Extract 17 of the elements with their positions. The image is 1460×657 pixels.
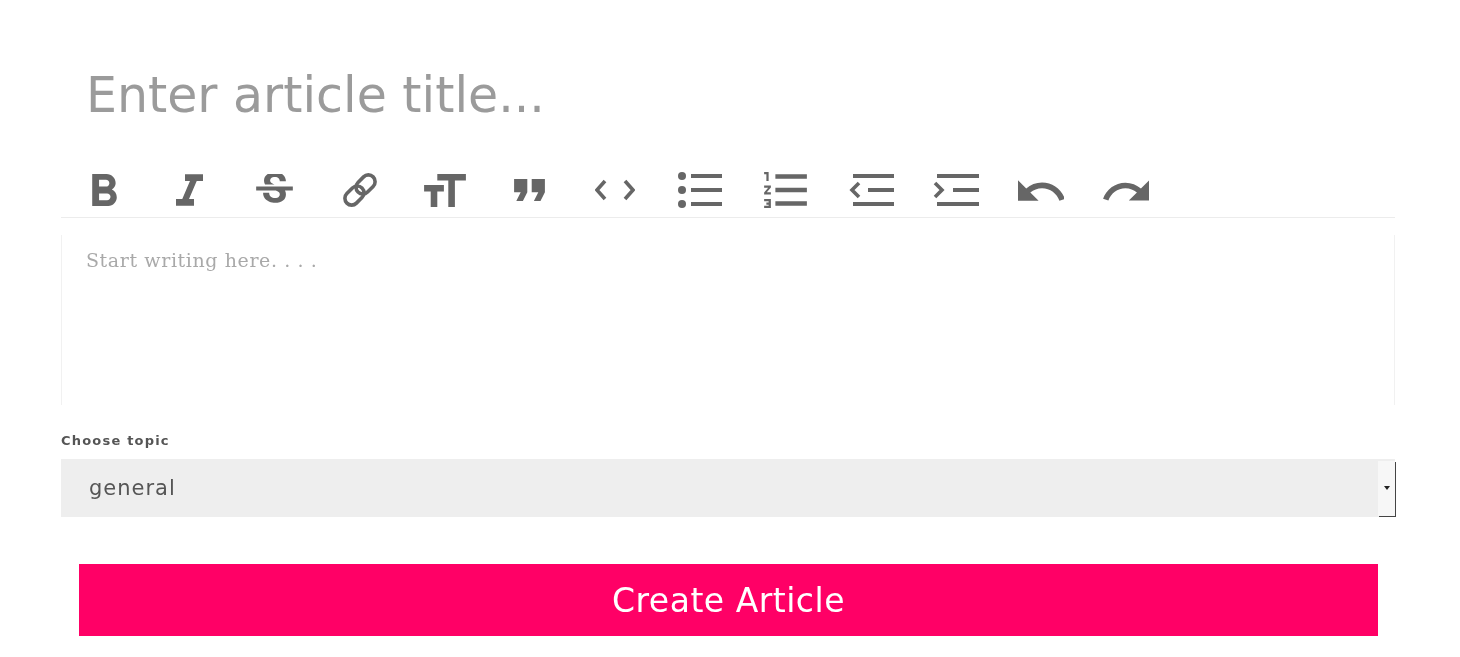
editor-field[interactable]: Start writing here. . . .: [61, 235, 1395, 405]
link-icon: [341, 172, 378, 208]
text-size-icon: [423, 173, 466, 207]
redo-icon: [1103, 179, 1150, 201]
outdent-icon: [847, 174, 894, 206]
bullet-list-icon: [678, 172, 723, 208]
italic-icon: [175, 174, 203, 206]
numbered-list-icon: [764, 172, 807, 208]
title-input[interactable]: Enter article title...: [61, 60, 1395, 130]
topic-select[interactable]: general: [61, 459, 1395, 517]
code-icon: [595, 179, 636, 201]
quote-icon: [514, 179, 546, 201]
bold-icon: [91, 174, 117, 206]
undo-icon: [1018, 179, 1065, 201]
create-article-button[interactable]: Create Article: [79, 564, 1378, 636]
indent-icon: [932, 174, 979, 206]
topic-label: Choose topic: [61, 432, 170, 450]
